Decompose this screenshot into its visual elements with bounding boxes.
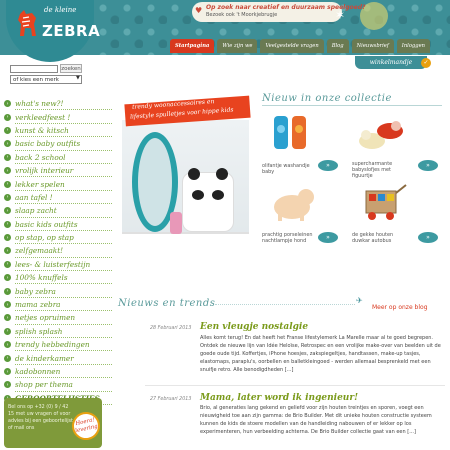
arrow-bullet-icon: › [4, 341, 11, 349]
product-name[interactable]: supercharmante babyslofjes met figuurtje [352, 161, 410, 179]
sidebar-item-netjes-opruimen[interactable]: › netjes opruimen [4, 311, 116, 325]
news-headline[interactable]: Mama, later word ik ingenieur! [200, 393, 358, 403]
arrow-bullet-icon: › [4, 327, 11, 335]
bottle-illustration [170, 212, 182, 234]
news-date: 27 Februari 2013 [150, 397, 192, 402]
nav-startpagina[interactable]: Startpagina [170, 39, 215, 53]
sidebar-item-kunst-kitsch[interactable]: › kunst & kitsch [4, 124, 116, 138]
arrow-bullet-icon: › [4, 220, 11, 228]
news-body: Alles komt terug! En dat heeft het Frans… [200, 335, 441, 373]
sidebar-item-zelfgemaakt[interactable]: › zelfgemaakt! [4, 244, 116, 258]
cart-tab[interactable]: winkelmandje [355, 56, 427, 69]
nav-faq[interactable]: Veelgestelde vragen [260, 39, 324, 53]
product-image-babyslofjes[interactable] [352, 113, 410, 153]
hero-image[interactable] [122, 120, 249, 270]
product-image-washandje[interactable] [262, 113, 320, 153]
sidebar-item-trendy-hebbedingen[interactable]: › trendy hebbedingen [4, 338, 116, 352]
shelf-illustration [122, 232, 249, 270]
sidebar-item-knuffels[interactable]: › 100% knuffels [4, 271, 116, 285]
search-button[interactable]: zoeken [60, 64, 82, 73]
arrow-bullet-icon: › [4, 167, 11, 175]
sidebar-item-whats-new[interactable]: › what's new?! [4, 97, 116, 111]
product-arrow-button[interactable]: » [318, 160, 338, 171]
nav-nieuwsbrief[interactable]: Nieuwsbrief [351, 39, 394, 53]
product-name[interactable]: olifantje washandje baby [262, 163, 320, 175]
sidebar-item-basic-baby-outfits[interactable]: › basic baby outfits [4, 137, 116, 151]
logo-wordmark: ZEBRA [42, 22, 101, 40]
arrow-bullet-icon: › [4, 274, 11, 282]
arrow-bullet-icon: › [4, 287, 11, 295]
sidebar-item-shop-per-thema[interactable]: › shop per thema [4, 378, 116, 392]
product-arrow-button[interactable]: » [418, 160, 438, 171]
product-image-duwkar[interactable] [352, 183, 410, 223]
news-date: 28 Februari 2013 [150, 326, 192, 331]
heart-icon: ♥ [195, 6, 203, 15]
divider [215, 304, 355, 305]
chevron-down-icon[interactable]: ▼ [76, 75, 80, 81]
search-input[interactable] [10, 65, 58, 73]
arrow-bullet-icon: › [4, 381, 11, 389]
product-image-nachtlampje[interactable] [262, 183, 320, 223]
product-name[interactable]: prachtig porseleinen nachtlampje hond [262, 232, 320, 244]
sidebar-item-basic-kids-outfits[interactable]: › basic kids outfits [4, 218, 116, 231]
panda-towel-illustration [182, 172, 234, 232]
zebra-icon [18, 10, 36, 36]
news-body: Brio, al generaties lang gekend en gelie… [200, 405, 432, 435]
sidebar-item-op-stap[interactable]: › op stap, op stap [4, 231, 116, 245]
news-title: Nieuws en trends [118, 298, 216, 309]
bird-icon: ✈ [356, 296, 363, 305]
divider [262, 105, 442, 106]
logo-tagline: de kleine [44, 6, 77, 14]
nav-inloggen[interactable]: Inloggen [396, 39, 431, 53]
sidebar-item-verkleedfeest[interactable]: › verkleedfeest ! [4, 110, 116, 124]
arrow-bullet-icon: › [4, 301, 11, 309]
arrow-bullet-icon: › [4, 193, 11, 201]
contact-promo-text: Bel ons op +32 (0) 9 / 42 15 met uw vrag… [8, 405, 73, 431]
collection-title: Nieuw in onze collectie [262, 93, 392, 104]
speech-subline[interactable]: Bezoek ook 't Moorkjebrugje [206, 12, 277, 18]
sidebar-item-kadobonnen[interactable]: › kadobonnen [4, 365, 116, 379]
arrow-bullet-icon: › [4, 153, 11, 161]
arrow-bullet-icon: › [4, 234, 11, 242]
brand-select[interactable]: of kies een merk [10, 75, 82, 84]
arrow-bullet-icon: › [4, 207, 11, 215]
arrow-bullet-icon: › [4, 113, 11, 121]
sidebar-item-mama-zebra[interactable]: › mama zebra [4, 298, 116, 312]
product-arrow-button[interactable]: » [318, 232, 338, 243]
cart-icon[interactable]: ✓ [421, 58, 431, 68]
sidebar-item-back-2-school[interactable]: › back 2 school [4, 151, 116, 164]
star-icon: ✶ [335, 8, 346, 22]
sidebar-item-aan-tafel[interactable]: › aan tafel ! [4, 191, 116, 205]
sidebar-item-slaap-zacht[interactable]: › slaap zacht [4, 204, 116, 218]
arrow-bullet-icon: › [4, 140, 11, 148]
sidebar: › what's new?! › verkleedfeest ! › kunst & … [4, 97, 116, 405]
arrow-bullet-icon: › [4, 368, 11, 375]
sidebar-item-kinderkamer[interactable]: › de kinderkamer [4, 351, 116, 365]
main-nav: Startpagina Wie zijn we Veelgestelde vra… [170, 39, 431, 53]
sidebar-item-lekker-spelen[interactable]: › lekker spelen [4, 177, 116, 191]
sidebar-item-splish-splash[interactable]: › splish splash [4, 325, 116, 339]
arrow-bullet-icon: › [4, 314, 11, 322]
product-arrow-button[interactable]: » [418, 232, 438, 243]
blog-link[interactable]: Meer op onze blog [372, 304, 428, 311]
news-headline[interactable]: Een vleugje nostalgie [200, 322, 308, 332]
arrow-bullet-icon: › [4, 247, 11, 255]
arrow-bullet-icon: › [4, 260, 11, 268]
nav-wie-zijn-we[interactable]: Wie zijn we [217, 39, 258, 53]
sidebar-item-vrolijk-interieur[interactable]: › vrolijk interieur [4, 164, 116, 178]
arrow-bullet-icon: › [4, 354, 11, 362]
sidebar-item-lees-luisterfestijn[interactable]: › lees- & luisterfestijn [4, 258, 116, 272]
arrow-bullet-icon: › [4, 100, 11, 108]
arrow-bullet-icon: › [4, 126, 11, 134]
nav-blog[interactable]: Blog [326, 39, 349, 53]
sidebar-item-baby-zebra[interactable]: › baby zebra [4, 284, 116, 298]
divider [145, 385, 445, 386]
arrow-bullet-icon: › [4, 180, 11, 188]
product-name[interactable]: de gekke houten duwkar autobus [352, 232, 410, 244]
